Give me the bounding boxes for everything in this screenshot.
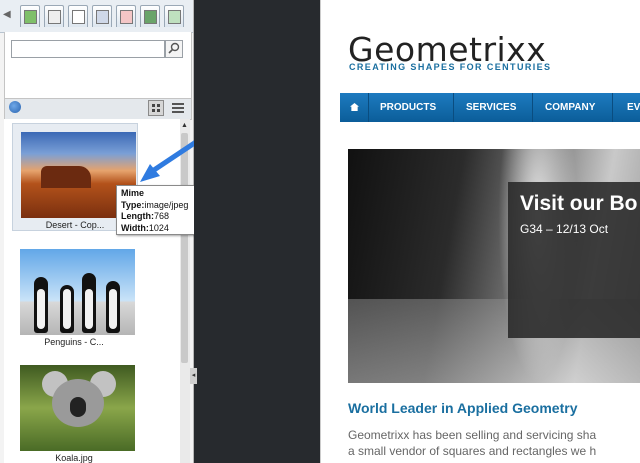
collapse-panel-button[interactable]: ◂ (190, 368, 197, 384)
home-icon (350, 103, 359, 111)
tab-scroll-left-icon[interactable]: ◀ (3, 9, 13, 21)
tab-pages[interactable] (92, 5, 112, 27)
nav-item-services[interactable]: SERVICES ▾ (454, 93, 533, 142)
nav-item-events[interactable]: EV (613, 93, 640, 122)
item-caption: Koala.jpg (55, 453, 93, 463)
list-view-button[interactable] (171, 101, 185, 115)
tooltip-value: 768 (154, 211, 170, 221)
flash-icon (120, 10, 133, 24)
tooltip-key: Length: (121, 211, 154, 221)
site-tagline: CREATING SHAPES FOR CENTURIES (349, 62, 552, 72)
nav-label: PRODUCTS (380, 102, 437, 113)
tooltip-key: Type: (121, 199, 145, 210)
promo-title: Visit our Bo (520, 192, 638, 215)
grid-icon (152, 104, 160, 112)
tab-products[interactable] (44, 5, 64, 27)
body-text: Geometrixx has been selling and servicin… (348, 428, 597, 442)
tooltip-value: image/jpeg (144, 199, 189, 210)
product-icon (48, 10, 61, 24)
page-headline: World Leader in Applied Geometry (348, 400, 578, 416)
body-text: a small vendor of squares and rectangles… (348, 444, 597, 458)
page-icon (96, 10, 109, 24)
content-finder-panel: ◀ Desert - Cop... Penguins - C... Koala.… (0, 0, 228, 463)
thumbnail-image (20, 365, 135, 451)
promo-box: Visit our Bo G34 – 12/13 Oct (508, 182, 640, 338)
search-area (4, 32, 192, 99)
refresh-icon[interactable] (9, 101, 21, 113)
view-toolbar (4, 98, 192, 120)
finder-tab-bar: ◀ (0, 0, 193, 33)
search-input[interactable] (11, 40, 165, 58)
tooltip-heading: Mime (121, 188, 145, 198)
tab-movies[interactable] (140, 5, 160, 27)
nav-label: SERVICES (466, 102, 517, 113)
document-icon (72, 10, 85, 24)
paragraph-icon (168, 10, 181, 24)
grid-view-button[interactable] (148, 100, 164, 116)
hero-banner[interactable]: Visit our Bo G34 – 12/13 Oct (348, 149, 640, 383)
search-icon (168, 42, 180, 54)
promo-subtitle: G34 – 12/13 Oct (520, 222, 609, 236)
tab-paragraphs[interactable] (164, 5, 184, 27)
home-button[interactable] (340, 93, 369, 122)
search-button[interactable] (165, 40, 183, 58)
thumbnail-image (20, 249, 135, 335)
item-caption: Penguins - C... (44, 337, 104, 347)
tab-images[interactable] (20, 5, 40, 27)
nav-item-products[interactable]: PRODUCTS ▾ (368, 93, 454, 142)
panel-divider (194, 0, 320, 463)
page-preview: Geometrixx CREATING SHAPES FOR CENTURIES… (320, 0, 640, 463)
list-item[interactable]: Koala.jpg (12, 357, 136, 463)
tab-documents[interactable] (68, 5, 88, 27)
tooltip-value: 1024 (148, 222, 169, 233)
movie-icon (144, 10, 157, 24)
list-item[interactable]: Penguins - C... (12, 241, 136, 347)
image-icon (24, 10, 37, 24)
nav-label: EV (627, 102, 640, 113)
tooltip-key: Width: (121, 222, 149, 233)
tab-flash[interactable] (116, 5, 136, 27)
main-navigation: PRODUCTS ▾ SERVICES ▾ COMPANY ▾ EV (340, 93, 640, 142)
nav-item-company[interactable]: COMPANY ▾ (533, 93, 613, 142)
nav-label: COMPANY (545, 102, 596, 113)
